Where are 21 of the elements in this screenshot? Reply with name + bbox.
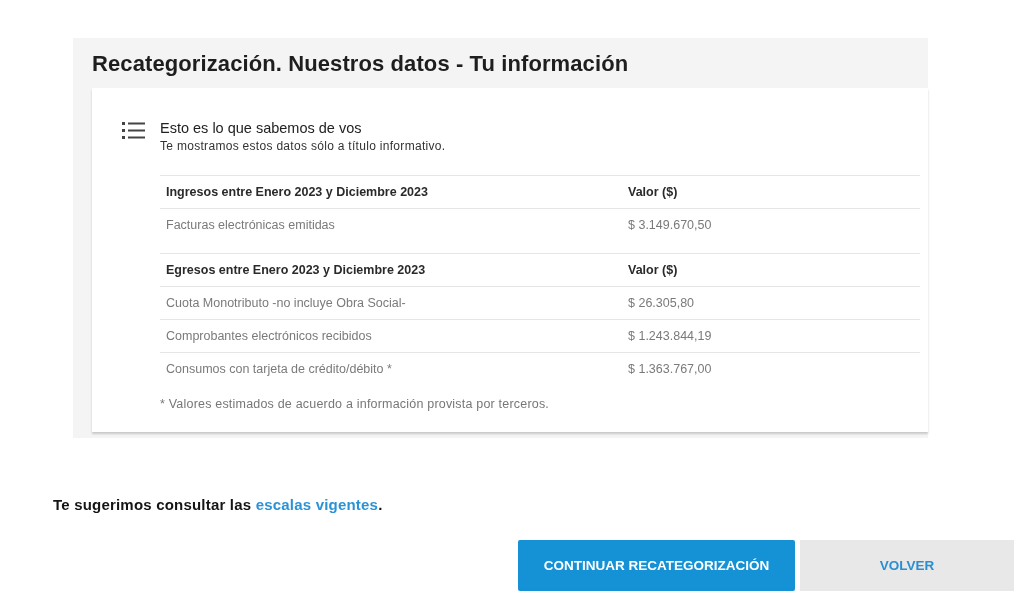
continue-button[interactable]: CONTINUAR RECATEGORIZACIÓN: [518, 540, 795, 591]
table-cell: $ 1.243.844,19: [622, 319, 920, 353]
column-header: Egresos entre Enero 2023 y Diciembre 2023: [160, 253, 622, 287]
back-button[interactable]: VOLVER: [800, 540, 1014, 591]
table-cell: Facturas electrónicas emitidas: [160, 208, 622, 241]
table-cell: Cuota Monotributo -no incluye Obra Social-: [160, 286, 622, 320]
column-header: Valor ($): [622, 253, 920, 287]
list-icon: [122, 122, 145, 139]
scales-link[interactable]: escalas vigentes: [255, 496, 379, 513]
table-cell: Comprobantes electrónicos recibidos: [160, 319, 622, 353]
table-cell: Consumos con tarjeta de crédito/débito *: [160, 352, 622, 385]
column-header: Ingresos entre Enero 2023 y Diciembre 2023: [160, 175, 622, 209]
table-cell: $ 3.149.670,50: [622, 208, 920, 241]
info-heading: Esto es lo que sabemos de vos: [160, 120, 363, 137]
footnote: * Valores estimados de acuerdo a información provista por terceros.: [160, 397, 551, 411]
column-header: Valor ($): [622, 175, 920, 209]
table-cell: $ 26.305,80: [622, 286, 920, 320]
info-subheading: Te mostramos estos datos sólo a título informativo.: [160, 139, 446, 153]
card-title: Recategorización. Nuestros datos - Tu información: [91, 50, 630, 78]
table-cell: $ 1.363.767,00: [622, 352, 920, 385]
suggestion-text: Te sugerimos consultar las escalas vigentes.: [53, 496, 384, 514]
